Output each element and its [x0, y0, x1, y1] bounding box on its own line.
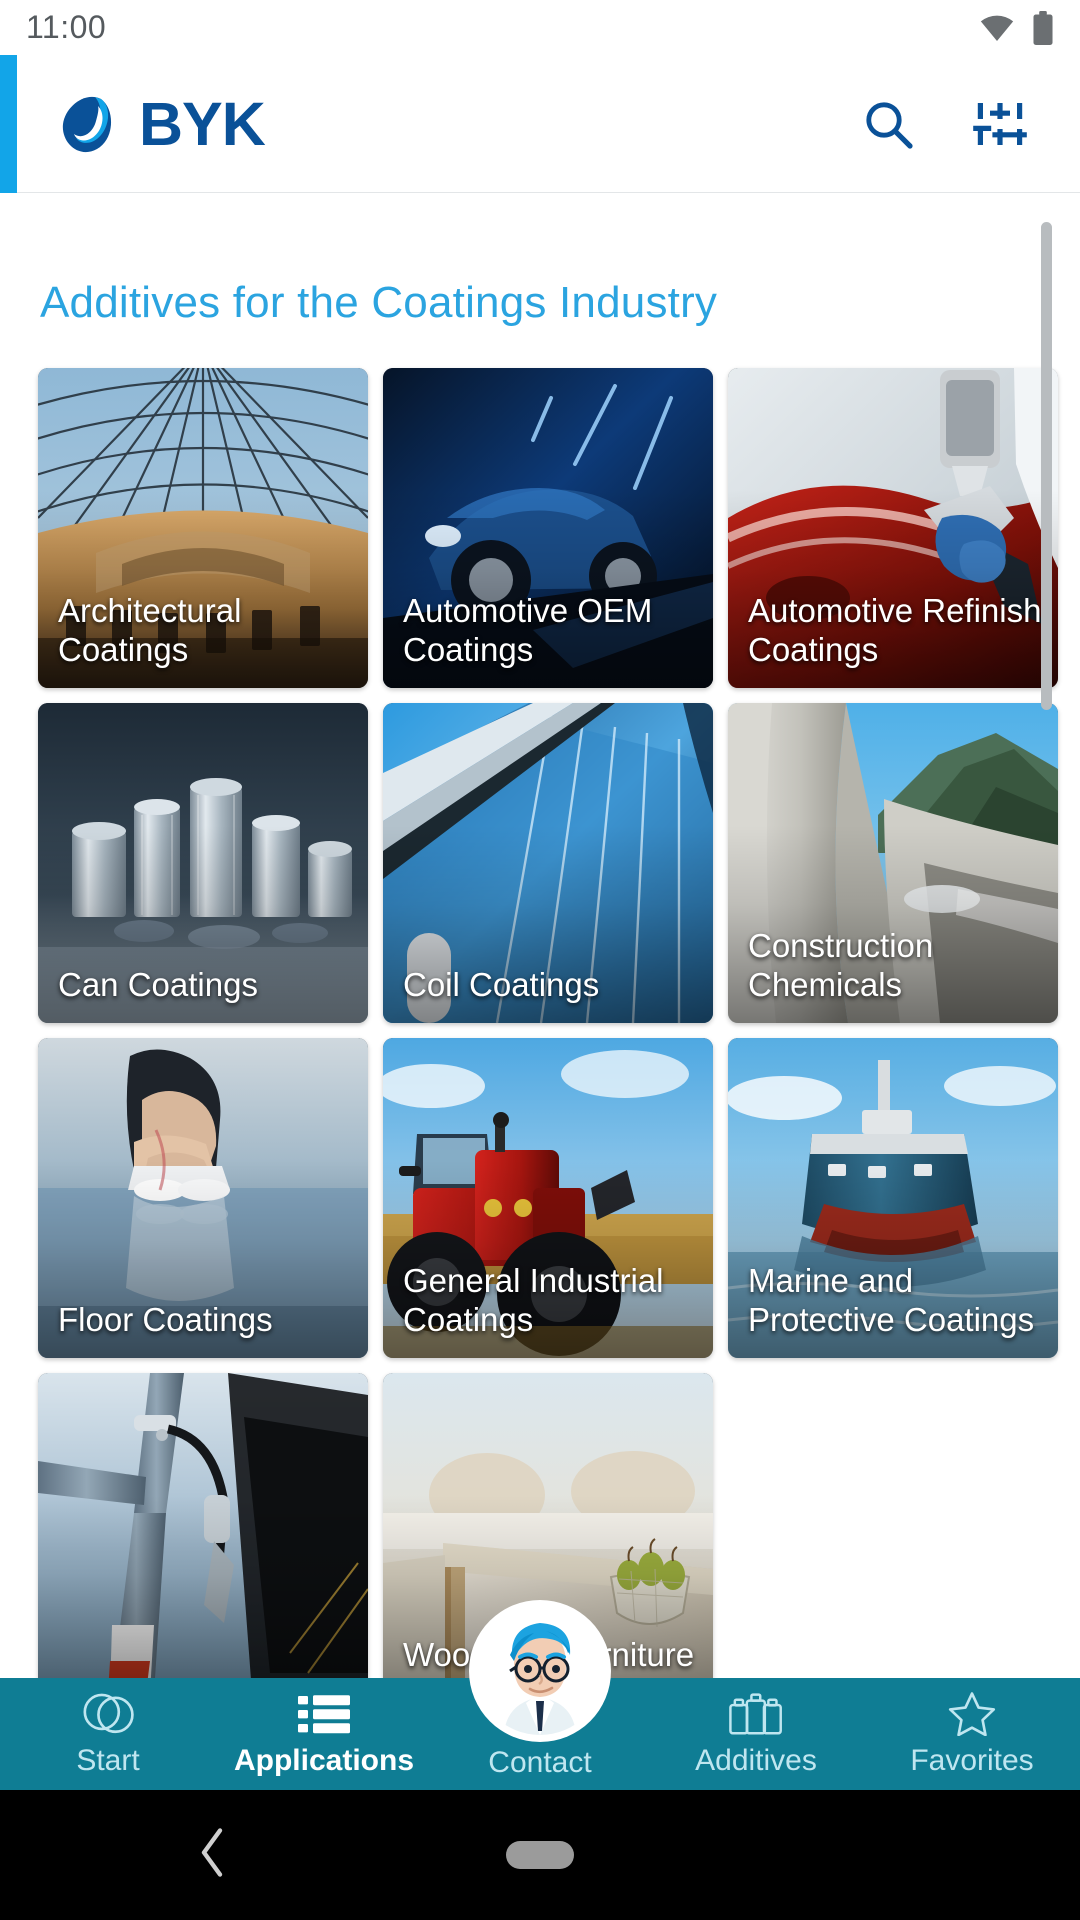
card-architectural-coatings[interactable]: Architectural Coatings [38, 368, 368, 688]
back-chevron-icon[interactable] [196, 1827, 230, 1884]
bottles-icon [726, 1690, 786, 1736]
nav-label-additives: Additives [695, 1744, 817, 1777]
nav-label-start: Start [76, 1744, 140, 1777]
system-navigation-bar [0, 1790, 1080, 1920]
header-accent-bar [0, 55, 17, 193]
nav-item-start[interactable]: Start [0, 1678, 216, 1790]
battery-icon [1033, 10, 1053, 45]
nav-label-contact: Contact [488, 1746, 592, 1779]
status-time: 11:00 [26, 9, 107, 45]
card-label: Construction Chemicals [748, 927, 934, 1004]
byk-logo-icon [57, 93, 119, 155]
card-automotive-oem-coatings[interactable]: Automotive OEM Coatings [383, 368, 713, 688]
filter-sliders-icon[interactable] [968, 92, 1032, 156]
scrollbar-track[interactable] [1041, 194, 1066, 1678]
card-construction-chemicals[interactable]: Construction Chemicals [728, 703, 1058, 1023]
card-label: Automotive Refinish Coatings [748, 592, 1042, 669]
card-label: Floor Coatings [58, 1301, 273, 1339]
home-pill-icon[interactable] [506, 1841, 574, 1869]
list-icon [298, 1690, 350, 1736]
card-label: General Industrial Coatings [403, 1262, 664, 1339]
card-label: Architectural Coatings [58, 592, 242, 669]
nav-label-favorites: Favorites [910, 1744, 1034, 1777]
card-bicycle[interactable] [38, 1373, 368, 1678]
card-marine-and-protective-coatings[interactable]: Marine and Protective Coatings [728, 1038, 1058, 1358]
wifi-icon [980, 15, 1014, 41]
search-icon[interactable] [856, 92, 920, 156]
card-label: Marine and Protective Coatings [748, 1262, 1035, 1339]
page-title: Additives for the Coatings Industry [40, 278, 718, 327]
nav-item-additives[interactable]: Additives [648, 1678, 864, 1790]
status-icons [980, 10, 1054, 45]
card-label: Coil Coatings [403, 966, 600, 1004]
status-bar: 11:00 [0, 0, 1080, 55]
card-floor-coatings[interactable]: Floor Coatings [38, 1038, 368, 1358]
card-label: Can Coatings [58, 966, 258, 1004]
card-can-coatings[interactable]: Can Coatings [38, 703, 368, 1023]
scrollbar-thumb[interactable] [1041, 222, 1052, 710]
card-automotive-refinish-coatings[interactable]: Automotive Refinish Coatings [728, 368, 1058, 688]
star-icon [945, 1690, 999, 1736]
main-content: Additives for the Coatings Industry Arch… [0, 194, 1080, 1678]
application-grid: Architectural Coatings Automotive OEM Co… [38, 368, 1058, 1678]
nav-item-applications[interactable]: Applications [216, 1678, 432, 1790]
nav-item-favorites[interactable]: Favorites [864, 1678, 1080, 1790]
byk-circles-outline-icon [80, 1690, 136, 1736]
app-header: BYK [0, 55, 1080, 193]
card-gradient-overlay [38, 1494, 368, 1678]
card-label: Automotive OEM Coatings [403, 592, 653, 669]
card-coil-coatings[interactable]: Coil Coatings [383, 703, 713, 1023]
header-actions [856, 92, 1032, 156]
brand-name: BYK [139, 89, 266, 158]
nav-label-applications: Applications [233, 1744, 414, 1777]
brand-logo[interactable]: BYK [57, 89, 266, 159]
scientist-avatar-icon[interactable] [476, 1607, 604, 1735]
card-general-industrial-coatings[interactable]: General Industrial Coatings [383, 1038, 713, 1358]
app-root: 11:00 BYK Additives for the Coatings Ind… [0, 0, 1080, 1920]
